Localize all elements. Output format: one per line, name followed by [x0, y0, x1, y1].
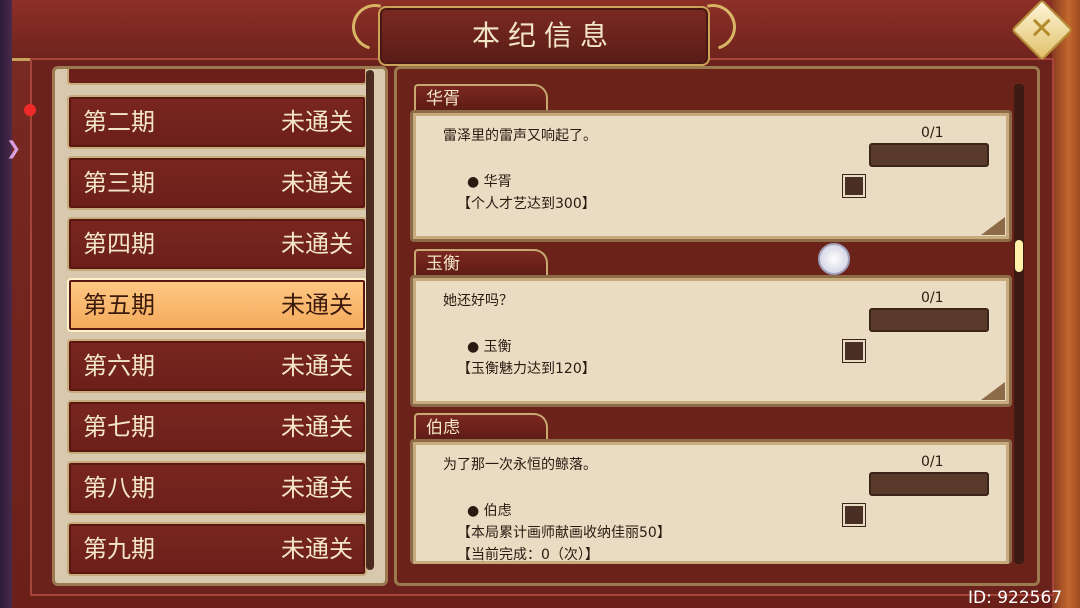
quest-checkbox[interactable]	[842, 174, 866, 198]
expand-arrow-icon[interactable]: ❯	[6, 138, 21, 159]
period-status: 未通关	[281, 108, 353, 136]
quest-card-1: 雷泽里的雷声又响起了。 0/1 ● 华胥 【个人才艺达到300】	[410, 110, 1012, 242]
quest-tab-1: 华胥	[414, 84, 548, 110]
period-status: 未通关	[281, 230, 353, 258]
quest-requirement-progress: 【当前完成：0（次）】	[457, 547, 599, 563]
title-plate: 本纪信息	[343, 0, 745, 66]
period-item-5[interactable]: 第五期 未通关	[67, 278, 367, 332]
period-status: 未通关	[281, 535, 353, 563]
scroll-thumb[interactable]	[1015, 240, 1023, 272]
quest-card-2: 她还好吗？ 0/1 ● 玉衡 【玉衡魅力达到120】	[410, 275, 1012, 407]
period-item-partial[interactable]	[67, 69, 367, 85]
quest-checkbox[interactable]	[842, 339, 866, 363]
right-edge	[1052, 0, 1080, 608]
quest-character: ● 玉衡	[467, 339, 512, 355]
quest-progress: 0/1	[921, 290, 944, 306]
progress-bar	[869, 143, 989, 167]
period-name: 第四期	[83, 230, 155, 258]
period-list-scrollbar[interactable]	[366, 70, 374, 570]
quest-card-3: 为了那一次永恒的鲸落。 0/1 ● 伯虑 【本局累计画师献画收纳佳丽50】 【当…	[410, 439, 1012, 564]
period-item-8[interactable]: 第八期 未通关	[67, 461, 367, 515]
floating-assist-button[interactable]	[818, 243, 850, 275]
quest-tab-2: 玉衡	[414, 249, 548, 275]
period-status: 未通关	[281, 291, 353, 319]
user-id-label: ID: 922567	[968, 588, 1063, 608]
period-status: 未通关	[281, 474, 353, 502]
period-item-6[interactable]: 第六期 未通关	[67, 339, 367, 393]
quest-requirement: 【本局累计画师献画收纳佳丽50】	[457, 525, 671, 541]
progress-bar	[869, 472, 989, 496]
period-name: 第九期	[83, 535, 155, 563]
quest-character: ● 伯虑	[467, 503, 512, 519]
page-title: 本纪信息	[471, 19, 616, 52]
quest-requirement: 【个人才艺达到300】	[457, 196, 596, 212]
period-name: 第二期	[83, 108, 155, 136]
period-status: 未通关	[281, 352, 353, 380]
card-corner-ornament	[981, 382, 1005, 400]
close-x-icon: ✕	[1010, 0, 1074, 62]
quest-description: 雷泽里的雷声又响起了。	[443, 128, 597, 144]
quest-checkbox[interactable]	[842, 503, 866, 527]
period-list[interactable]: 第二期 未通关 第三期 未通关 第四期 未通关 第五期 未通关 第六期 未通关 …	[52, 66, 388, 586]
period-item-4[interactable]: 第四期 未通关	[67, 217, 367, 271]
notification-dot-icon	[24, 104, 36, 116]
period-item-2[interactable]: 第二期 未通关	[67, 95, 367, 149]
period-item-9[interactable]: 第九期 未通关	[67, 522, 367, 576]
period-item-3[interactable]: 第三期 未通关	[67, 156, 367, 210]
left-edge	[0, 0, 12, 608]
period-name: 第六期	[83, 352, 155, 380]
quest-progress: 0/1	[921, 125, 944, 141]
quest-description: 为了那一次永恒的鲸落。	[443, 457, 597, 473]
card-corner-ornament	[981, 217, 1005, 235]
period-name: 第七期	[83, 413, 155, 441]
progress-bar	[869, 308, 989, 332]
period-name: 第八期	[83, 474, 155, 502]
period-name: 第五期	[83, 291, 155, 319]
quest-list-scrollbar[interactable]	[1014, 84, 1024, 564]
quest-description: 她还好吗？	[443, 293, 513, 309]
quest-progress: 0/1	[921, 454, 944, 470]
quest-tab-3: 伯虑	[414, 413, 548, 439]
quest-character: ● 华胥	[467, 174, 512, 190]
period-status: 未通关	[281, 413, 353, 441]
quest-requirement: 【玉衡魅力达到120】	[457, 361, 596, 377]
period-item-7[interactable]: 第七期 未通关	[67, 400, 367, 454]
close-button[interactable]: ✕	[1010, 0, 1074, 62]
period-status: 未通关	[281, 169, 353, 197]
period-name: 第三期	[83, 169, 155, 197]
